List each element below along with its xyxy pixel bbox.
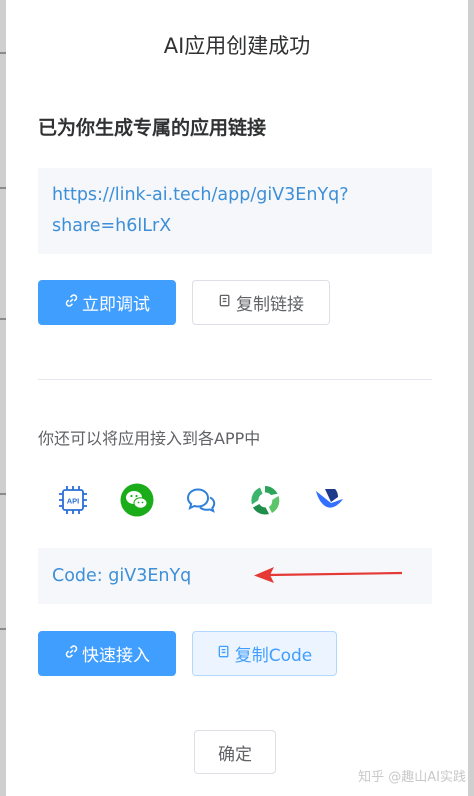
green-circle-icon[interactable] [248,483,282,517]
app-created-dialog: AI应用创建成功 已为你生成专属的应用链接 https://link-ai.te… [6,0,468,796]
quick-connect-button[interactable]: 快速接入 [38,631,176,676]
chat-bubbles-icon[interactable] [184,483,218,517]
svg-text:API: API [67,497,80,506]
copy-icon [218,293,233,312]
divider [38,379,432,380]
integration-hint: 你还可以将应用接入到各APP中 [38,429,261,448]
test-now-label: 立即调试 [82,295,150,315]
app-link-line1[interactable]: https://link-ai.tech/app/giV3EnYq? [52,180,418,211]
dialog-title: AI应用创建成功 [163,34,311,58]
app-code-text[interactable]: Code: giV3EnYq [52,566,191,586]
copy-code-button[interactable]: 复制Code [192,631,337,676]
app-integration-icons: API [56,483,356,517]
quick-connect-label: 快速接入 [82,646,150,666]
copy-code-label: 复制Code [234,646,313,666]
watermark: 知乎 @趣山AI实践 [358,770,466,785]
link-icon [64,644,79,663]
wechat-icon[interactable] [120,483,154,517]
copy-link-button[interactable]: 复制链接 [192,280,330,325]
copy-icon [217,644,232,663]
app-link-box[interactable]: https://link-ai.tech/app/giV3EnYq? share… [38,168,432,254]
feishu-icon[interactable] [312,483,346,517]
app-link-line2[interactable]: share=h6lLrX [52,211,418,242]
copy-link-label: 复制链接 [236,295,304,315]
test-now-button[interactable]: 立即调试 [38,280,176,325]
confirm-label: 确定 [218,744,252,765]
section-title: 已为你生成专属的应用链接 [38,117,267,139]
confirm-button[interactable]: 确定 [194,730,276,774]
link-icon [64,293,79,312]
annotation-arrow [254,567,403,583]
api-chip-icon[interactable]: API [56,483,90,517]
